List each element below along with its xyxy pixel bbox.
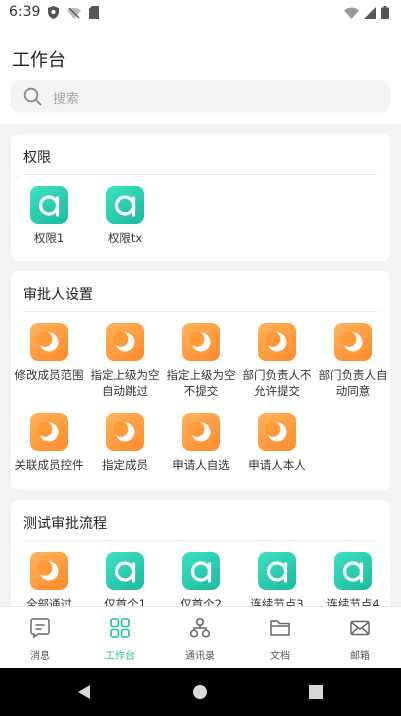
- app-green-icon: [258, 552, 296, 590]
- app-item[interactable]: 申请人自选: [163, 413, 239, 473]
- app-item[interactable]: 指定上级为空 不提交: [163, 323, 239, 399]
- app-label-line: 动同意: [335, 384, 371, 398]
- nav-label: 工作台: [105, 651, 135, 662]
- sim-card-icon: [89, 6, 99, 19]
- nav-label: 通讯录: [185, 651, 215, 662]
- app-item[interactable]: 指定上级为空 自动跳过: [87, 323, 163, 399]
- app-label-line: 自动跳过: [102, 384, 148, 398]
- status-bar: 6:39: [0, 0, 401, 26]
- section-approver-settings: 审批人设置 修改成员范围 指定上级为空 自动跳过 指定上级为空 不提交 部门负责…: [11, 271, 390, 490]
- section-title: 权限: [23, 150, 51, 166]
- app-orange-icon: [182, 323, 220, 361]
- app-label: 关联成员控件: [14, 458, 84, 472]
- app-orange-icon: [106, 323, 144, 361]
- app-item[interactable]: 部门负责人自 动同意: [315, 323, 390, 399]
- app-label: 申请人自选: [172, 458, 230, 472]
- app-label: 部门负责人自 动同意: [315, 367, 390, 399]
- app-label: 修改成员范围: [14, 368, 84, 382]
- app-orange-icon: [258, 323, 296, 361]
- signal-icon: [364, 6, 376, 19]
- app-label-line: 部门负责人不: [242, 368, 312, 382]
- app-green-icon: [182, 552, 220, 590]
- wifi-icon: [344, 7, 359, 19]
- app-green-icon: [106, 186, 144, 224]
- app-green-icon: [334, 552, 372, 590]
- app-item[interactable]: 权限1: [11, 186, 87, 246]
- app-item[interactable]: 指定成员: [87, 413, 163, 473]
- app-item[interactable]: 申请人本人: [239, 413, 315, 473]
- nav-item-documents[interactable]: 文档: [250, 617, 310, 662]
- workbench-icon: [110, 618, 130, 638]
- wifi-off-icon: [67, 7, 81, 19]
- page-title: 工作台: [12, 50, 66, 71]
- app-label-line: 允许提交: [254, 384, 300, 398]
- status-system-icons: [344, 6, 389, 19]
- app-label: 权限tx: [107, 231, 143, 245]
- contacts-icon: [189, 617, 211, 638]
- app-orange-icon: [182, 413, 220, 451]
- app-green-icon: [106, 552, 144, 590]
- search-icon: [23, 87, 42, 106]
- bottom-nav: 消息 工作台 通讯录 文档 邮箱: [0, 606, 401, 669]
- divider: [23, 311, 378, 312]
- status-notification-icons: [48, 6, 99, 19]
- app-item[interactable]: 部门负责人不 允许提交: [239, 323, 315, 399]
- app-item[interactable]: 仅首个2: [163, 552, 239, 612]
- folder-icon: [270, 620, 290, 636]
- shield-icon: [48, 6, 59, 19]
- header: 工作台 搜索: [0, 26, 401, 124]
- app-orange-icon: [30, 552, 68, 590]
- search-input[interactable]: 搜索: [11, 80, 390, 113]
- app-green-icon: [30, 186, 68, 224]
- app-orange-icon: [30, 413, 68, 451]
- divider: [23, 540, 378, 541]
- app-label: 指定成员: [102, 458, 148, 472]
- app-label: 权限1: [33, 231, 65, 245]
- app-label-line: 不提交: [183, 384, 219, 398]
- app-item[interactable]: 仅首个1: [87, 552, 163, 612]
- section-title: 审批人设置: [23, 287, 93, 303]
- divider: [23, 174, 378, 175]
- section-title: 测试审批流程: [23, 516, 107, 532]
- status-time: 6:39: [9, 4, 41, 20]
- app-label: 指定上级为空 不提交: [163, 367, 239, 399]
- nav-item-mail[interactable]: 邮箱: [330, 617, 390, 662]
- search-placeholder: 搜索: [53, 92, 80, 107]
- system-nav-bar: [0, 668, 401, 716]
- home-icon[interactable]: [192, 684, 208, 700]
- app-label: 申请人本人: [248, 458, 306, 472]
- app-orange-icon: [334, 323, 372, 361]
- app-label: 部门负责人不 允许提交: [239, 367, 315, 399]
- recents-icon[interactable]: [309, 685, 323, 699]
- battery-icon: [381, 6, 389, 19]
- nav-label: 邮箱: [350, 651, 370, 662]
- section-permissions: 权限 权限1 权限tx: [11, 134, 390, 261]
- nav-label: 文档: [270, 651, 290, 662]
- app-orange-icon: [30, 323, 68, 361]
- mail-icon: [350, 620, 370, 636]
- back-icon[interactable]: [76, 684, 92, 700]
- app-orange-icon: [106, 413, 144, 451]
- nav-label: 消息: [30, 651, 50, 662]
- app-item[interactable]: 连续节点3: [239, 552, 315, 612]
- nav-item-contacts[interactable]: 通讯录: [170, 617, 230, 662]
- nav-item-messages[interactable]: 消息: [10, 617, 70, 662]
- app-label-line: 指定上级为空: [166, 368, 236, 382]
- app-item[interactable]: 连续节点4: [315, 552, 390, 612]
- app-item[interactable]: 关联成员控件: [11, 413, 87, 473]
- app-item[interactable]: 权限tx: [87, 186, 163, 246]
- app-orange-icon: [258, 413, 296, 451]
- app-label-line: 指定上级为空: [90, 368, 160, 382]
- message-icon: [30, 618, 50, 639]
- app-item[interactable]: 全部通过: [11, 552, 87, 612]
- nav-item-workbench[interactable]: 工作台: [90, 617, 150, 662]
- app-label-line: 部门负责人自: [318, 368, 388, 382]
- app-label: 指定上级为空 自动跳过: [87, 367, 163, 399]
- app-item[interactable]: 修改成员范围: [11, 323, 87, 383]
